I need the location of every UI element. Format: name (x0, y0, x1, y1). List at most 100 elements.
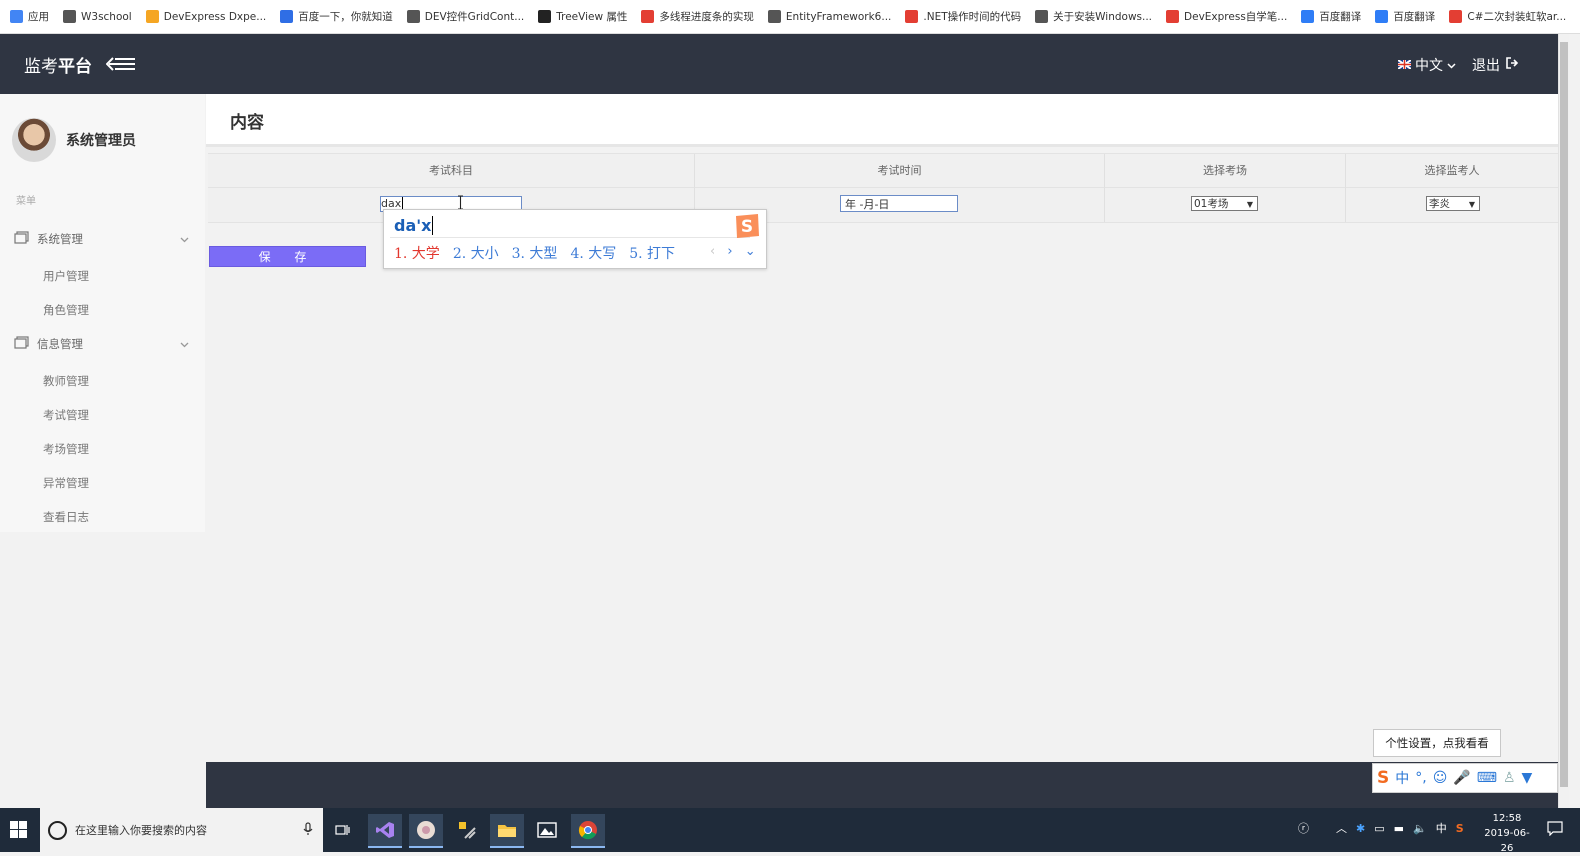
bookmark-label: 应用 (28, 11, 49, 23)
sogou-logo-icon[interactable]: S (1377, 768, 1389, 788)
menu-caption: 菜单 (16, 196, 36, 207)
ime-candidate[interactable]: 2. 大小 (453, 243, 499, 263)
microphone-icon[interactable] (303, 821, 313, 839)
bookmark-item[interactable]: 百度翻译 (1375, 9, 1435, 24)
brand-title: 监考平台 (24, 52, 92, 77)
proctor-select[interactable]: 李炎 ▼ (1426, 196, 1480, 211)
ime-composition-text: da'x (394, 216, 432, 235)
bookmark-item[interactable]: 关于安装Windows... (1035, 9, 1152, 24)
app-icon[interactable] (409, 814, 443, 848)
notification-center-icon[interactable] (1547, 820, 1563, 839)
bookmark-item[interactable]: EntityFramework6... (767, 10, 892, 23)
windows-taskbar: 在这里输入你要搜索的内容 ⓡ ︿ ✱ ▭ ▬ 🔈 中 S 12:58 2019-… (0, 808, 1580, 854)
csdn-c-icon (641, 10, 655, 23)
page-footer (206, 762, 1558, 808)
dropdown-arrow-icon: ▼ (1246, 200, 1253, 209)
sidebar-item-exam-management[interactable]: 考试管理 (43, 407, 89, 423)
bookmark-label: 百度翻译 (1319, 11, 1362, 23)
tools-icon[interactable] (450, 814, 484, 846)
file-explorer-icon[interactable] (490, 814, 524, 848)
chevron-left-icon[interactable]: ‹ (710, 244, 715, 259)
sidebar-item-user-management[interactable]: 用户管理 (43, 268, 89, 284)
svg-text:S: S (741, 217, 753, 237)
chevron-down-icon (1447, 57, 1456, 73)
sidebar-item-room-management[interactable]: 考场管理 (43, 441, 89, 457)
sign-out-icon (1506, 57, 1519, 73)
chevron-down-icon[interactable]: ⌄ (745, 244, 756, 259)
bookmark-item[interactable]: C#二次封装虹软ar... (1449, 9, 1566, 24)
sidebar-item-exception-management[interactable]: 异常管理 (43, 475, 89, 491)
room-select[interactable]: 01考场 ▼ (1191, 196, 1258, 211)
bookmark-item[interactable]: .NET操作时间的代码 (905, 9, 1021, 24)
bookmark-item[interactable]: W3school (63, 10, 132, 23)
ime-candidate[interactable]: 4. 大写 (570, 243, 616, 263)
skin-icon[interactable]: ▼ (1522, 770, 1533, 786)
apps-grid-icon (10, 10, 23, 23)
vertical-scrollbar[interactable] (1558, 34, 1569, 808)
taskbar-search-placeholder: 在这里输入你要搜索的内容 (75, 824, 207, 837)
sidebar-group-system[interactable]: 系统管理 (0, 222, 205, 256)
bookmark-item[interactable]: 多线程进度条的实现 (641, 9, 754, 24)
proctor-select-value: 李炎 (1429, 198, 1450, 210)
logout-button[interactable]: 退出 (1472, 55, 1519, 75)
scrollbar-thumb[interactable] (1560, 42, 1568, 787)
visual-studio-icon[interactable] (368, 814, 402, 848)
microphone-icon[interactable]: 🎤 (1453, 770, 1470, 786)
bookmark-item[interactable]: TreeView 属性 (538, 9, 627, 24)
bookmark-label: 百度翻译 (1393, 11, 1436, 23)
proctor-cell: 李炎 ▼ (1346, 187, 1558, 222)
network-icon[interactable]: ▭ (1374, 822, 1384, 835)
windows-start-icon[interactable] (10, 821, 27, 841)
user-icon[interactable]: ♙ (1503, 770, 1516, 786)
baidu-translate-icon (1375, 10, 1389, 23)
bookmark-item[interactable]: DEV控件GridCont... (406, 9, 524, 24)
ime-candidate[interactable]: 3. 大型 (512, 243, 558, 263)
ime-toolbar: S 中 °, ☺ 🎤 ⌨ ♙ ▼ (1372, 763, 1558, 793)
keyboard-icon[interactable]: ⌨ (1477, 770, 1497, 786)
cortana-icon (48, 820, 67, 840)
ime-candidate[interactable]: 5. 打下 (629, 243, 675, 263)
exam-date-input[interactable]: 年 -月-日 (840, 195, 958, 212)
save-button[interactable]: 保 存 (209, 246, 366, 267)
photos-icon[interactable] (530, 814, 564, 846)
battery-icon[interactable]: ▬ (1394, 822, 1404, 835)
page-title: 内容 (230, 113, 264, 133)
bookmark-label: TreeView 属性 (556, 11, 628, 23)
bookmark-item[interactable]: 百度翻译 (1301, 9, 1361, 24)
language-dropdown[interactable]: 中文 (1397, 55, 1456, 75)
ime-candidate[interactable]: 1. 大学 (394, 243, 440, 263)
ime-composition: da'x (394, 216, 434, 235)
globe-icon (1035, 10, 1049, 23)
taskbar-search-box[interactable]: 在这里输入你要搜索的内容 (40, 808, 323, 852)
globe-icon (63, 10, 76, 23)
people-icon[interactable]: ⓡ (1298, 820, 1309, 836)
punctuation-icon[interactable]: °, (1415, 770, 1426, 786)
menu-collapse-icon[interactable] (105, 56, 136, 75)
sidebar-item-role-management[interactable]: 角色管理 (43, 302, 89, 318)
chinese-mode-icon[interactable]: 中 (1395, 768, 1409, 788)
chrome-icon[interactable] (571, 814, 605, 848)
volume-icon[interactable]: 🔈 (1413, 822, 1427, 835)
bookmark-item[interactable]: 百度一下，你就知道 (280, 9, 393, 24)
baidu-translate-icon (1301, 10, 1315, 23)
sidebar-item-view-logs[interactable]: 查看日志 (43, 509, 89, 525)
task-view-icon[interactable] (326, 814, 360, 846)
chevron-right-icon[interactable]: › (727, 244, 732, 259)
sogou-tray-icon[interactable]: S (1456, 822, 1464, 835)
bookmark-item[interactable]: DevExpress自学笔... (1166, 9, 1287, 24)
emoji-icon[interactable]: ☺ (1433, 770, 1448, 786)
ime-indicator[interactable]: 中 (1436, 820, 1447, 836)
sidebar-item-teacher-management[interactable]: 教师管理 (43, 373, 89, 389)
bookmark-label: C#二次封装虹软ar... (1467, 11, 1567, 23)
chevron-up-icon[interactable]: ︿ (1336, 820, 1347, 836)
bluetooth-icon[interactable]: ✱ (1356, 822, 1365, 835)
taskbar-clock[interactable]: 12:58 2019-06-26 (1480, 811, 1534, 856)
user-profile: 系统管理员 (12, 118, 136, 162)
bookmark-item[interactable]: 应用 (10, 9, 49, 24)
bookmark-label: EntityFramework6... (785, 10, 892, 23)
ime-settings-tooltip[interactable]: 个性设置，点我看看 (1373, 729, 1501, 757)
sidebar-group-info[interactable]: 信息管理 (0, 327, 205, 361)
vs-icon (406, 10, 420, 23)
sogou-logo-icon: S (732, 212, 760, 240)
bookmark-item[interactable]: DevExpress Dxpe... (145, 10, 266, 23)
